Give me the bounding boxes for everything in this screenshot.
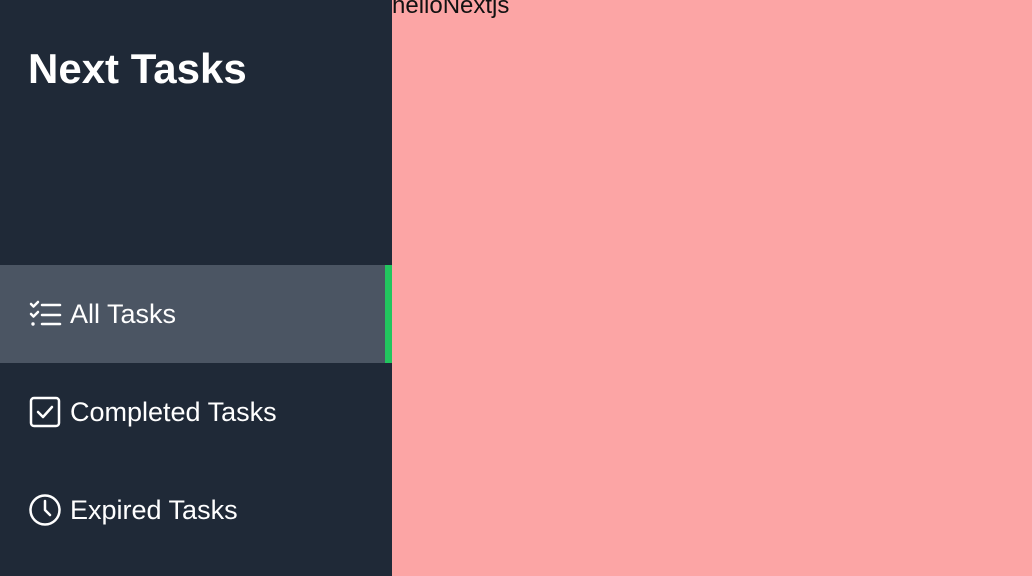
- sidebar-item-all-tasks[interactable]: All Tasks: [0, 265, 392, 363]
- clock-icon: [28, 493, 62, 527]
- sidebar-item-expired-tasks[interactable]: Expired Tasks: [0, 461, 392, 559]
- sidebar-item-label: Expired Tasks: [70, 495, 238, 525]
- main-text: helloNextjs: [392, 0, 510, 19]
- main-content: helloNextjs: [392, 0, 1032, 576]
- task-list-icon: [28, 297, 62, 331]
- app-shell: Next Tasks All Tasks Completed Tasks Exp…: [0, 0, 1032, 576]
- app-title: Next Tasks: [28, 45, 247, 92]
- sidebar-nav: All Tasks Completed Tasks Expired Tasks: [0, 265, 392, 559]
- sidebar-item-label: Completed Tasks: [70, 397, 277, 427]
- checkbox-checked-icon: [28, 395, 62, 429]
- sidebar-item-completed-tasks[interactable]: Completed Tasks: [0, 363, 392, 461]
- sidebar-item-label: All Tasks: [70, 299, 177, 329]
- sidebar: Next Tasks All Tasks Completed Tasks Exp…: [0, 0, 392, 576]
